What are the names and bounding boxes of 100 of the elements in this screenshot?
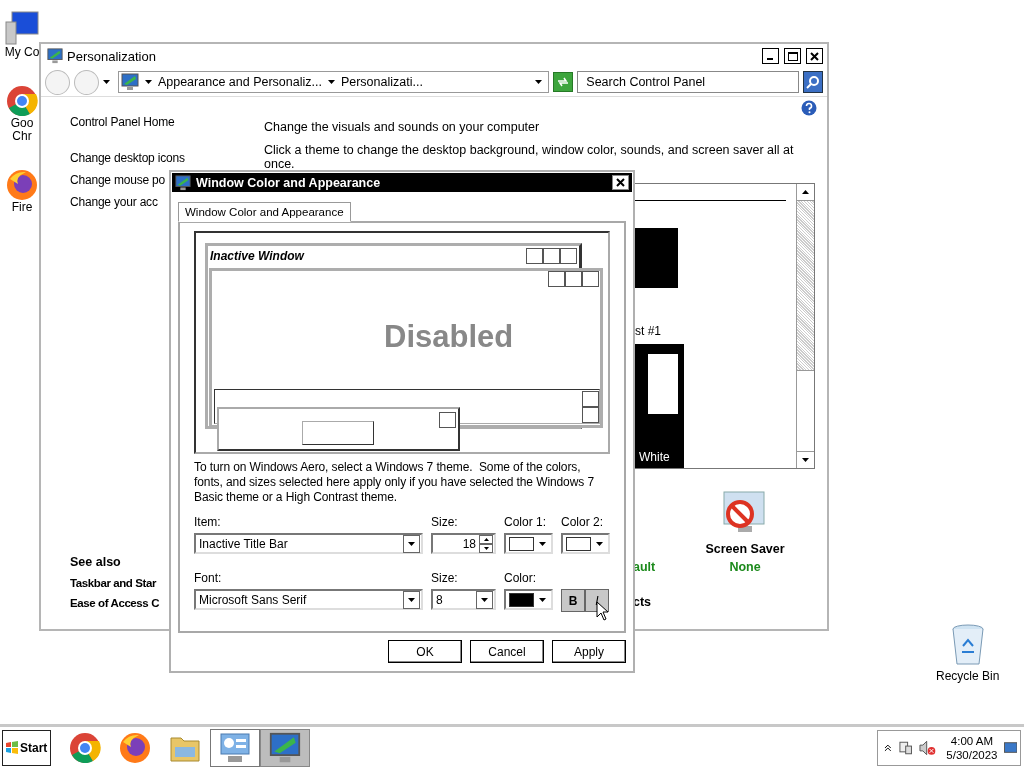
show-desktop-icon[interactable] [1003, 741, 1017, 754]
dropdown-button[interactable] [476, 590, 493, 609]
dialog-button[interactable]: Cancel [470, 640, 544, 663]
chrome-icon [69, 731, 101, 764]
breadcrumb-arrow-icon [327, 80, 335, 84]
dialog-button[interactable]: OK [388, 640, 462, 663]
field-label: Font: [194, 571, 223, 585]
dropdown-field[interactable]: 8 [431, 589, 496, 610]
field-label: Size: [431, 571, 459, 585]
breadcrumb-arrow-icon [144, 80, 152, 84]
dialog-button[interactable]: Apply [552, 640, 626, 663]
size-spinner[interactable]: 18 [431, 533, 496, 554]
field-label: Color 1: [504, 515, 548, 529]
window-title: Personalization [67, 48, 157, 64]
message-box-button-drawing [302, 421, 374, 445]
scrollbar[interactable] [796, 184, 814, 468]
computer-icon [4, 10, 40, 46]
network-icon[interactable] [897, 739, 914, 756]
clock-time[interactable]: 4:00 AM [950, 733, 994, 748]
dropdown-arrow-icon [481, 597, 488, 602]
address-dropdown-icon [535, 80, 543, 84]
task-link[interactable]: Control Panel Home [70, 115, 264, 129]
dropdown-arrow-icon [539, 597, 546, 602]
screen-saver-value: None [729, 560, 761, 574]
intro-text: Click a theme to change the desktop background, window color, sounds, and screen saver all at once. [264, 143, 795, 171]
field-label: Item: [194, 515, 222, 529]
close-button[interactable] [806, 48, 823, 64]
muted-speaker-icon[interactable] [919, 739, 937, 756]
screen-saver-label[interactable]: Screen Saver [705, 542, 785, 556]
search-icon [806, 75, 820, 89]
desktop-icon-label: Fire [11, 201, 33, 214]
breadcrumb[interactable]: Personalizati... [340, 75, 423, 89]
see-also-heading: See also [70, 555, 122, 569]
close-box-drawing [439, 412, 456, 428]
dropdown-arrow-icon [596, 541, 603, 546]
theme-item[interactable]: st #1 [633, 228, 684, 338]
taskbar-app-button[interactable] [260, 728, 310, 767]
maximize-button[interactable] [784, 48, 801, 64]
help-icon[interactable] [801, 100, 817, 116]
close-icon [810, 51, 819, 61]
spin-up-button[interactable] [479, 534, 493, 544]
color-picker[interactable] [504, 589, 553, 610]
color-picker[interactable] [504, 533, 553, 554]
dropdown-field[interactable]: Inactive Title Bar [194, 533, 423, 554]
bold-button[interactable]: B [561, 589, 585, 612]
windows-flag-icon [5, 740, 19, 755]
breadcrumb[interactable]: Appearance and Personaliz... [157, 75, 322, 89]
aero-note: To turn on Windows Aero, select a Windows 7 theme. Some of the colors, fonts, and sizes selected here apply only if you have selected the Windows 7 Basic theme or a High Contrast theme. [194, 460, 595, 505]
firefox-icon [119, 731, 151, 764]
theme-label: White [638, 450, 670, 464]
up-arrow-icon [483, 537, 489, 541]
down-arrow-icon [483, 546, 489, 550]
tab[interactable]: Window Color and Appearance [178, 202, 351, 222]
search-field[interactable]: Search Control Panel [577, 71, 799, 93]
address-bar[interactable]: Appearance and Personaliz... Personalizati... [117, 71, 550, 93]
scroll-down-icon[interactable] [802, 458, 809, 462]
desktop-icon-label: Goo [10, 117, 34, 130]
minimize-button[interactable] [762, 48, 779, 64]
control-panel-icon [219, 731, 251, 764]
field-label: Color 2: [561, 515, 605, 529]
dropdown-field[interactable]: Microsoft Sans Serif [194, 589, 423, 610]
firefox-icon [6, 169, 38, 201]
monitor-icon [269, 731, 301, 764]
theme-label: st #1 [634, 324, 661, 338]
dropdown-button[interactable] [403, 534, 420, 553]
scroll-up-icon[interactable] [802, 190, 809, 194]
field-label: Color: [504, 571, 537, 585]
clock-date[interactable]: 5/30/2023 [946, 747, 998, 762]
refresh-button[interactable] [553, 72, 574, 92]
desktop-icon-label: Chr [12, 130, 32, 143]
dropdown-button[interactable] [403, 590, 420, 609]
search-button[interactable] [803, 71, 823, 93]
recycle-bin-label: Recycle Bin [936, 670, 1000, 683]
desktop-icon-label: My Co [4, 46, 40, 59]
spin-down-button[interactable] [479, 543, 493, 553]
window-buttons-drawing [526, 248, 577, 264]
dropdown-arrow-icon [539, 541, 546, 546]
field-label: Size: [431, 515, 459, 529]
theme-item[interactable]: White [633, 344, 684, 468]
close-icon [616, 178, 625, 187]
color-picker[interactable] [561, 533, 610, 554]
history-dropdown-icon [102, 80, 110, 84]
task-link[interactable]: Change desktop icons [70, 151, 264, 165]
dropdown-arrow-icon [408, 541, 415, 546]
monitor-icon [120, 73, 139, 91]
refresh-icon [557, 77, 570, 87]
monitor-icon [47, 48, 63, 64]
window-buttons-drawing [548, 271, 599, 287]
start-button[interactable]: Start [2, 729, 51, 766]
recycle-bin-icon [949, 624, 986, 666]
close-button[interactable] [612, 175, 629, 190]
monitor-icon [175, 174, 191, 191]
maximize-icon [787, 51, 798, 61]
disabled-text: Disabled [384, 319, 514, 355]
dropdown-arrow-icon [408, 597, 415, 602]
inactive-window-title: Inactive Window [210, 249, 304, 263]
taskbar-app-button[interactable] [210, 728, 260, 767]
page-heading: Change the visuals and sounds on your computer [264, 120, 541, 134]
chevron-up-icon[interactable] [884, 743, 892, 752]
dialog-title: Window Color and Appearance [196, 175, 382, 190]
